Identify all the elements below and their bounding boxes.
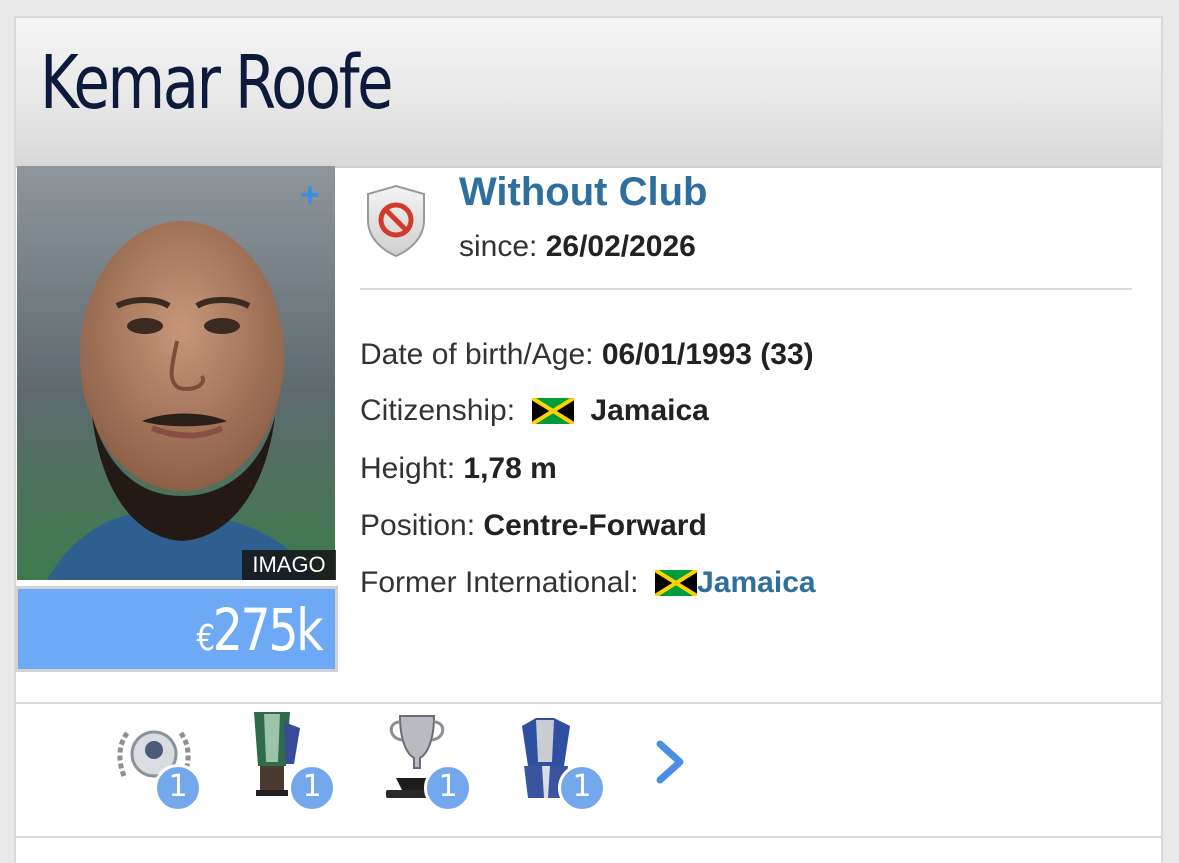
club-link[interactable]: Without Club bbox=[459, 170, 707, 215]
international-label: Former International: bbox=[360, 566, 639, 599]
position-row: Position: Centre-Forward bbox=[360, 509, 707, 543]
citizenship-value: Jamaica bbox=[590, 394, 709, 427]
international-row: Former International: Jamaica bbox=[360, 566, 816, 600]
profile-header: Kemar Roofe bbox=[16, 18, 1161, 168]
dob-label: Date of birth/Age: bbox=[360, 338, 594, 371]
trophy-count-badge: 1 bbox=[288, 764, 336, 812]
jamaica-flag-icon bbox=[531, 398, 574, 424]
trophy-count-badge: 1 bbox=[154, 764, 202, 812]
dob-row: Date of birth/Age: 06/01/1993 (33) bbox=[360, 338, 814, 372]
trophy-item[interactable]: 1 bbox=[514, 706, 610, 812]
international-team-link[interactable]: Jamaica bbox=[697, 566, 815, 600]
citizenship-label: Citizenship: bbox=[360, 394, 516, 427]
market-value-box[interactable]: €275k bbox=[15, 586, 338, 672]
position-value: Centre-Forward bbox=[483, 509, 707, 542]
trophy-item[interactable]: 1 bbox=[110, 706, 206, 812]
club-since: since: 26/02/2026 bbox=[459, 230, 696, 264]
trophies-top-divider bbox=[14, 702, 1163, 704]
trophy-item[interactable]: 1 bbox=[244, 706, 340, 812]
height-label: Height: bbox=[360, 452, 456, 485]
market-value-amount: 275k bbox=[212, 596, 324, 664]
height-row: Height: 1,78 m bbox=[360, 452, 557, 486]
trophy-count-badge: 1 bbox=[558, 764, 606, 812]
photo-credit: IMAGO bbox=[242, 550, 336, 580]
height-value: 1,78 m bbox=[463, 452, 557, 485]
trophy-count-badge: 1 bbox=[424, 764, 472, 812]
market-value-currency: € bbox=[196, 618, 215, 659]
jamaica-flag-icon bbox=[655, 570, 698, 596]
dob-value: 06/01/1993 (33) bbox=[601, 338, 814, 371]
club-divider bbox=[360, 288, 1132, 290]
trophy-item[interactable]: 1 bbox=[380, 706, 476, 812]
no-club-shield-icon bbox=[364, 184, 428, 263]
market-value: €275k bbox=[196, 601, 323, 659]
player-name: Kemar Roofe bbox=[40, 40, 394, 126]
since-label: since: bbox=[459, 230, 538, 263]
citizenship-row: Citizenship: Jamaica bbox=[360, 394, 709, 428]
since-date: 26/02/2026 bbox=[545, 230, 696, 263]
chevron-right-icon[interactable] bbox=[646, 732, 696, 792]
trophies-bottom-divider bbox=[14, 836, 1163, 838]
position-label: Position: bbox=[360, 509, 476, 542]
add-photo-icon[interactable]: + bbox=[300, 178, 320, 212]
player-photo[interactable] bbox=[17, 166, 335, 580]
